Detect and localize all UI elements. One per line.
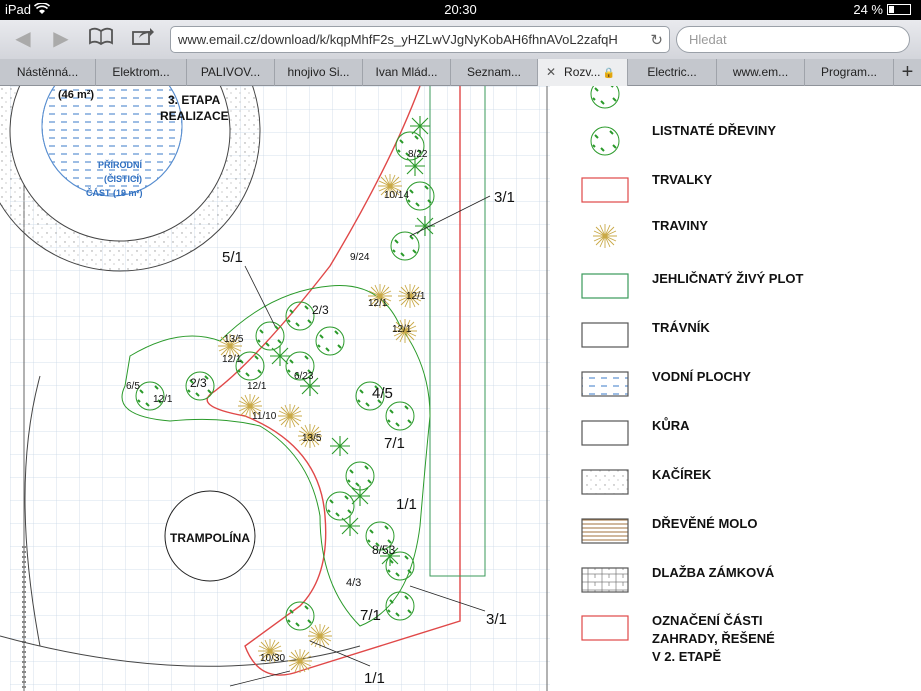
lock-icon: 🔒 bbox=[602, 68, 615, 79]
tab-label: Program... bbox=[820, 65, 877, 79]
plant-label: 6/23 bbox=[294, 371, 314, 382]
share-button[interactable] bbox=[128, 26, 158, 52]
status-time: 20:30 bbox=[444, 2, 477, 17]
browser-toolbar: ◀ ▶ www.email.cz/download/k/kqpMhfF2s_yH… bbox=[0, 20, 921, 59]
plant-label: 10/30 bbox=[260, 653, 285, 664]
plant-label: 8/53 bbox=[372, 543, 396, 557]
plant-label: 10/14 bbox=[384, 190, 409, 201]
plant-label: 12/1 bbox=[392, 324, 412, 335]
plant-label: 12/1 bbox=[406, 291, 426, 302]
bookmarks-button[interactable] bbox=[86, 26, 116, 52]
tab[interactable]: Elektrom... bbox=[96, 59, 187, 86]
plant-label: 7/1 bbox=[360, 607, 381, 624]
battery-text: 24 % bbox=[853, 2, 883, 17]
pond-label-3: ČÁST (19 m²) bbox=[86, 187, 143, 198]
plant-label: 3/1 bbox=[486, 611, 507, 628]
close-tab-icon[interactable]: ✕ bbox=[546, 59, 556, 86]
plant-label: 13/5 bbox=[224, 334, 244, 345]
plant-label: 1/1 bbox=[396, 496, 417, 513]
legend-label: DŘEVĚNÉ MOLO bbox=[652, 516, 758, 531]
plant-label: 13/5 bbox=[302, 433, 322, 444]
tab-label: hnojivo Si... bbox=[287, 65, 350, 79]
reload-icon[interactable]: ↻ bbox=[650, 31, 663, 49]
area-label: (46 m²) bbox=[58, 89, 94, 101]
legend-label: TRVALKY bbox=[652, 172, 713, 187]
search-input[interactable]: Hledat bbox=[676, 26, 910, 53]
plant-label: 4/3 bbox=[346, 577, 361, 589]
garden-plan: (46 m²) 3. ETAPA REALIZACE PŘÍRODNÍ (ČIS… bbox=[0, 86, 629, 691]
tab[interactable]: PALIVOV... bbox=[187, 59, 275, 86]
book-icon bbox=[89, 27, 113, 46]
legend-label: LISTNATÉ DŘEVINY bbox=[652, 123, 776, 138]
tab-label: Rozv... bbox=[564, 65, 601, 79]
plant-label: 7/1 bbox=[384, 435, 405, 452]
tab-label: PALIVOV... bbox=[200, 65, 261, 79]
tab-active[interactable]: ✕ Rozv... 🔒 bbox=[538, 59, 628, 86]
plant-label: 12/1 bbox=[247, 381, 267, 392]
tab-label: Nástěnná... bbox=[16, 65, 79, 79]
tab[interactable]: Seznam... bbox=[451, 59, 538, 86]
legend-label: VODNÍ PLOCHY bbox=[652, 369, 751, 384]
status-bar: iPad 20:30 24 % bbox=[0, 0, 921, 20]
tab-bar: Nástěnná... Elektrom... PALIVOV... hnoji… bbox=[0, 59, 921, 86]
url-bar[interactable]: www.email.cz/download/k/kqpMhfF2s_yHZLwV… bbox=[170, 26, 670, 53]
plant-label: 2/3 bbox=[312, 303, 329, 317]
battery-indicator: 24 % bbox=[853, 2, 911, 17]
plant-label: 8/22 bbox=[408, 149, 428, 160]
plant-label: 1/1 bbox=[364, 670, 385, 687]
legend-label: KŮRA bbox=[652, 418, 690, 433]
legend-label: TRÁVNÍK bbox=[652, 320, 710, 335]
tab-label: Elektrom... bbox=[112, 65, 170, 79]
back-button[interactable]: ◀ bbox=[8, 26, 38, 52]
etapa-label: 3. ETAPA bbox=[168, 93, 221, 107]
plant-label: 2/3 bbox=[190, 376, 207, 390]
legend-label: DLAŽBA ZÁMKOVÁ bbox=[652, 565, 775, 580]
pond-label: PŘÍRODNÍ bbox=[98, 159, 143, 170]
tab[interactable]: www.em... bbox=[717, 59, 805, 86]
new-tab-button[interactable]: + bbox=[894, 59, 921, 86]
plant-label: 6/5 bbox=[126, 381, 140, 392]
plant-label: 12/1 bbox=[153, 394, 173, 405]
plant-label: 9/24 bbox=[350, 252, 370, 263]
plant-label: 5/1 bbox=[222, 249, 243, 266]
pond-label-2: (ČISTICÍ) bbox=[104, 173, 142, 184]
legend-label: OZNAČENÍ ČÁSTI bbox=[652, 613, 763, 628]
share-icon bbox=[132, 28, 154, 45]
plant-label: 4/5 bbox=[372, 385, 393, 402]
document-viewer[interactable]: (46 m²) 3. ETAPA REALIZACE PŘÍRODNÍ (ČIS… bbox=[0, 86, 921, 691]
legend-label: KAČÍREK bbox=[652, 467, 712, 482]
tab-label: Electric... bbox=[647, 65, 697, 79]
legend-label: V 2. ETAPĚ bbox=[652, 649, 722, 664]
tab[interactable]: hnojivo Si... bbox=[275, 59, 363, 86]
legend-label: JEHLIČNATÝ ŽIVÝ PLOT bbox=[652, 271, 804, 286]
tab-label: Ivan Mlád... bbox=[375, 65, 438, 79]
plant-label: 12/1 bbox=[222, 354, 242, 365]
forward-button[interactable]: ▶ bbox=[46, 26, 76, 52]
battery-icon bbox=[887, 4, 911, 15]
tab[interactable]: Ivan Mlád... bbox=[363, 59, 451, 86]
url-text: www.email.cz/download/k/kqpMhfF2s_yHZLwV… bbox=[178, 32, 618, 47]
legend-symbols bbox=[581, 86, 629, 641]
plant-label: 12/1 bbox=[368, 298, 388, 309]
trampoline-label: TRAMPOLÍNA bbox=[170, 530, 250, 545]
plant-label: 3/1 bbox=[494, 189, 515, 206]
plant-label: 11/10 bbox=[252, 411, 277, 422]
etapa-label-2: REALIZACE bbox=[160, 109, 229, 123]
tab[interactable]: Nástěnná... bbox=[0, 59, 96, 86]
tab[interactable]: Electric... bbox=[628, 59, 717, 86]
tab[interactable]: Program... bbox=[805, 59, 894, 86]
tab-label: Seznam... bbox=[466, 65, 522, 79]
legend-label: TRAVINY bbox=[652, 218, 709, 233]
legend-label: ZAHRADY, ŘEŠENÉ bbox=[652, 631, 775, 646]
tab-label: www.em... bbox=[732, 65, 789, 79]
